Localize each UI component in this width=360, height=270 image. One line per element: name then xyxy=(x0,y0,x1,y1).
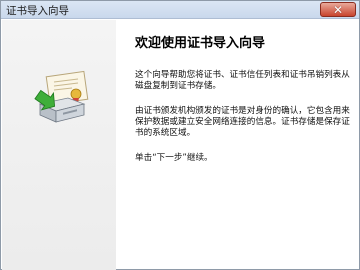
page-title: 欢迎使用证书导入向导 xyxy=(135,36,266,51)
close-button[interactable]: ✕ xyxy=(320,2,356,17)
continue-instruction: 单击“下一步”继续。 xyxy=(135,153,213,163)
close-icon: ✕ xyxy=(332,2,344,17)
wizard-window: 证书导入向导 ✕ 欢迎使用证书导入向导 这个向导帮助您将证书、证书信任列表和证书… xyxy=(0,0,360,270)
title-bar: 证书导入向导 ✕ xyxy=(1,1,359,19)
intro-paragraph: 这个向导帮助您将证书、证书信任列表和证书吊销列表从磁盘复制到证书存储。 xyxy=(135,70,350,91)
window-title: 证书导入向导 xyxy=(6,5,69,17)
certificate-description-paragraph: 由证书颁发机构颁发的证书是对身份的确认，它包含用来保护数据或建立安全网络连接的信… xyxy=(135,106,350,138)
certificate-import-icon xyxy=(34,70,89,123)
wizard-content: 欢迎使用证书导入向导 这个向导帮助您将证书、证书信任列表和证书吊销列表从磁盘复制… xyxy=(119,20,359,270)
wizard-sidebar xyxy=(2,20,116,270)
